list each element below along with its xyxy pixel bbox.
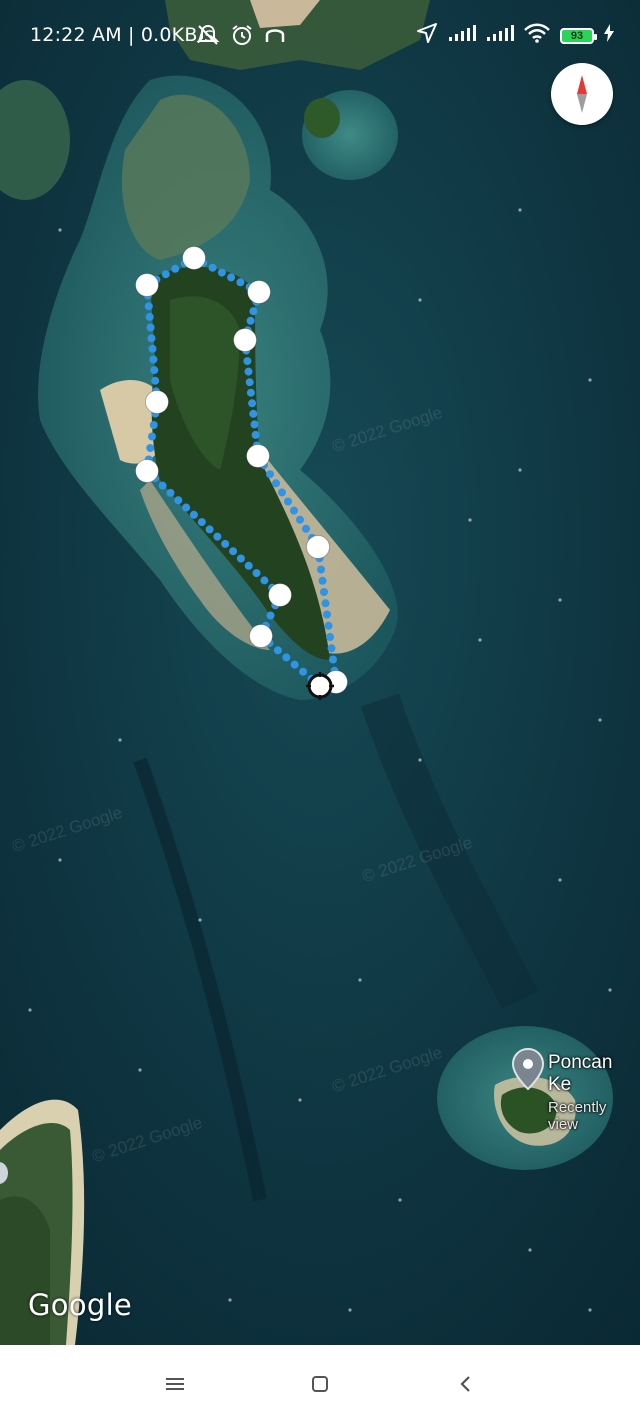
- wifi-icon: [524, 23, 550, 48]
- route-dot: [213, 532, 222, 541]
- route-waypoint[interactable]: [306, 535, 330, 559]
- place-subtitle: Recently view: [548, 1099, 607, 1133]
- headset-icon: [264, 24, 286, 51]
- route-dot: [244, 561, 253, 570]
- route-dot: [243, 357, 252, 366]
- charging-icon: [604, 24, 614, 47]
- route-waypoint[interactable]: [182, 246, 206, 270]
- route-waypoint[interactable]: [145, 390, 169, 414]
- route-dot: [148, 344, 157, 353]
- status-bar: 12:22 AM | 0.0KB/s 93: [0, 0, 640, 72]
- route-dot: [272, 479, 280, 488]
- route-dot: [208, 263, 217, 272]
- route-dot: [149, 421, 158, 429]
- route-dot: [221, 539, 230, 548]
- route-dot: [260, 576, 269, 585]
- signal-icon: [486, 24, 514, 47]
- route-dot: [161, 270, 170, 279]
- route-dot: [250, 420, 259, 429]
- route-dot: [318, 576, 327, 585]
- route-dot: [205, 525, 214, 534]
- route-waypoint[interactable]: [268, 583, 292, 607]
- alarm-icon: [230, 24, 254, 51]
- route-dot: [296, 515, 304, 524]
- route-dot: [266, 611, 275, 620]
- route-waypoint[interactable]: [247, 280, 271, 304]
- route-waypoint[interactable]: [135, 459, 159, 483]
- route-dot: [329, 655, 337, 664]
- place-name: Poncan Ke: [548, 1052, 613, 1095]
- route-waypoint[interactable]: [246, 444, 270, 468]
- route-dot: [249, 409, 258, 418]
- place-label[interactable]: Poncan Ke Recently view: [548, 1052, 640, 1133]
- route-dot: [174, 496, 183, 505]
- route-dot: [146, 323, 155, 332]
- route-dot: [217, 268, 226, 277]
- menu-button[interactable]: [160, 1369, 190, 1399]
- route-dot: [252, 569, 261, 578]
- route-dot: [249, 307, 258, 316]
- route-dot: [302, 524, 310, 533]
- route-dot: [326, 633, 334, 641]
- route-dot: [166, 488, 175, 497]
- signal-icon: [448, 24, 476, 47]
- route-dot: [320, 588, 328, 596]
- route-dot: [244, 367, 253, 376]
- route-dot: [324, 621, 333, 630]
- route-dot: [284, 497, 292, 506]
- route-dot: [149, 355, 158, 364]
- back-button[interactable]: [450, 1369, 480, 1399]
- route-dot: [251, 430, 260, 439]
- current-location-marker[interactable]: [306, 672, 334, 700]
- status-icons: 93: [416, 22, 614, 49]
- route-dot: [151, 376, 160, 385]
- route-dot: [246, 316, 255, 325]
- status-time: 12:22 AM | 0.0KB/s: [30, 24, 215, 46]
- route-dot: [182, 503, 191, 512]
- route-dot: [144, 302, 153, 311]
- route-dot: [148, 432, 156, 441]
- system-nav-bar: [0, 1345, 640, 1422]
- back-chevron-icon: [460, 1376, 470, 1392]
- route-dot: [229, 547, 238, 556]
- route-dot: [246, 388, 255, 397]
- route-dot: [236, 554, 245, 563]
- map-view[interactable]: © 2022 Google © 2022 Google © 2022 Googl…: [0, 0, 640, 1345]
- route-dot: [147, 334, 156, 343]
- route-waypoint[interactable]: [249, 624, 273, 648]
- menu-icon: [166, 1378, 184, 1390]
- route-dot: [171, 264, 180, 273]
- route-dot: [158, 481, 167, 490]
- route-dot: [317, 565, 325, 574]
- route-dot: [282, 653, 291, 662]
- route-dot: [146, 444, 155, 452]
- compass-button[interactable]: [551, 63, 613, 125]
- location-arrow-icon: [416, 22, 438, 49]
- route-dot: [236, 278, 245, 287]
- home-button[interactable]: [305, 1369, 335, 1399]
- route-waypoint[interactable]: [135, 273, 159, 297]
- route-dot: [273, 646, 282, 655]
- route-dot: [323, 610, 331, 619]
- compass-icon: [577, 75, 587, 113]
- notifications-off-icon: [196, 24, 220, 51]
- google-logo: Google: [28, 1288, 133, 1322]
- route-dot: [266, 470, 274, 479]
- battery-indicator: 93: [560, 27, 597, 44]
- route-dot: [290, 506, 298, 515]
- home-square-icon: [312, 1376, 328, 1392]
- route-dot: [290, 660, 299, 669]
- route-dot: [278, 488, 286, 497]
- route-dot: [189, 510, 198, 519]
- route-dot: [245, 378, 254, 387]
- route-dot: [248, 399, 257, 408]
- route-dot: [321, 599, 330, 608]
- route-dot: [227, 273, 236, 282]
- route-dot: [197, 518, 206, 527]
- route-dot: [145, 312, 154, 321]
- route-waypoint[interactable]: [233, 328, 257, 352]
- route-dot: [327, 644, 336, 653]
- route-dot: [150, 366, 159, 375]
